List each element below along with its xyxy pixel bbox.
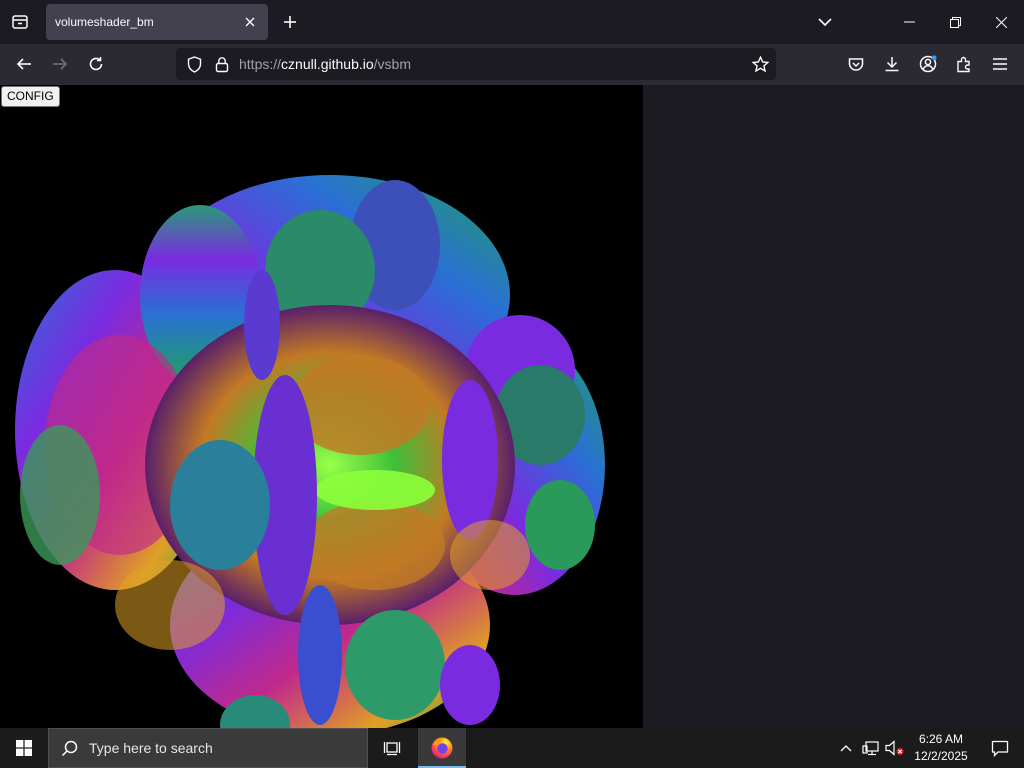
tab-list-icon [12, 15, 28, 29]
page-content: CONFIG [0, 85, 1024, 728]
url-scheme: https:// [239, 56, 282, 72]
search-placeholder: Type here to search [89, 740, 213, 756]
volume-tray-button[interactable] [884, 728, 906, 768]
volume-muted-icon [885, 740, 904, 756]
download-icon [885, 57, 899, 72]
search-icon [61, 740, 78, 757]
back-arrow-icon [16, 58, 31, 70]
tab-strip: volumeshader_bm [0, 0, 1024, 44]
notification-icon [991, 740, 1009, 757]
config-button[interactable]: CONFIG [1, 86, 60, 107]
tab-active[interactable]: volumeshader_bm [46, 4, 268, 40]
minimize-icon [903, 21, 915, 23]
chevron-up-icon [840, 745, 852, 752]
show-hidden-icons-button[interactable] [836, 728, 856, 768]
site-security-button[interactable] [206, 48, 238, 80]
network-tray-button[interactable] [860, 728, 882, 768]
start-button[interactable] [0, 728, 48, 768]
firefox-icon [431, 737, 453, 759]
clock-time: 6:26 AM [918, 732, 964, 746]
window-minimize-button[interactable] [888, 4, 930, 40]
shield-icon [187, 55, 201, 73]
app-menu-button[interactable] [984, 48, 1016, 80]
reload-button[interactable] [80, 48, 112, 80]
forward-arrow-icon [53, 58, 68, 70]
lock-icon [215, 56, 229, 72]
tab-close-button[interactable] [240, 12, 260, 32]
url-text: https://cznull.github.io/vsbm [239, 48, 411, 80]
list-all-tabs-button[interactable] [808, 6, 842, 38]
close-icon [245, 17, 255, 27]
clock-date: 12/2/2025 [914, 749, 968, 763]
task-view-icon [383, 742, 401, 756]
menu-icon [993, 58, 1007, 70]
action-center-button[interactable] [978, 728, 1022, 768]
windows-start-icon [16, 740, 32, 756]
bookmark-button[interactable] [744, 48, 776, 80]
close-icon [995, 16, 1007, 28]
extensions-button[interactable] [948, 48, 980, 80]
back-button[interactable] [8, 48, 40, 80]
url-bar[interactable]: https://cznull.github.io/vsbm [176, 48, 776, 80]
windows-taskbar: Type here to search 6:26 AM 12/2/2025 [0, 728, 1024, 768]
new-tab-button[interactable] [274, 6, 306, 38]
task-view-button[interactable] [372, 728, 412, 768]
navigation-toolbar: https://cznull.github.io/vsbm [0, 44, 1024, 85]
url-host: cznull.github.io [281, 56, 374, 72]
url-path: /vsbm [373, 56, 411, 72]
reload-icon [89, 57, 103, 71]
star-icon [751, 55, 769, 72]
plus-icon [284, 16, 296, 28]
taskbar-clock[interactable]: 6:26 AM 12/2/2025 [910, 728, 972, 768]
account-icon [919, 55, 937, 73]
forward-button[interactable] [44, 48, 76, 80]
downloads-button[interactable] [876, 48, 908, 80]
window-restore-button[interactable] [934, 4, 976, 40]
pocket-button[interactable] [840, 48, 872, 80]
account-button[interactable] [912, 48, 944, 80]
tab-list-button[interactable] [4, 6, 36, 38]
network-icon [862, 741, 879, 756]
tab-title: volumeshader_bm [55, 15, 154, 29]
shader-canvas[interactable]: CONFIG [0, 85, 643, 728]
fractal-render-image [15, 175, 605, 728]
taskbar-firefox-button[interactable] [418, 728, 466, 768]
extensions-icon [956, 56, 970, 72]
pocket-icon [848, 57, 864, 71]
window-close-button[interactable] [980, 4, 1022, 40]
maximize-icon [949, 16, 961, 28]
chevron-down-icon [818, 18, 832, 27]
taskbar-search-box[interactable]: Type here to search [48, 728, 368, 768]
